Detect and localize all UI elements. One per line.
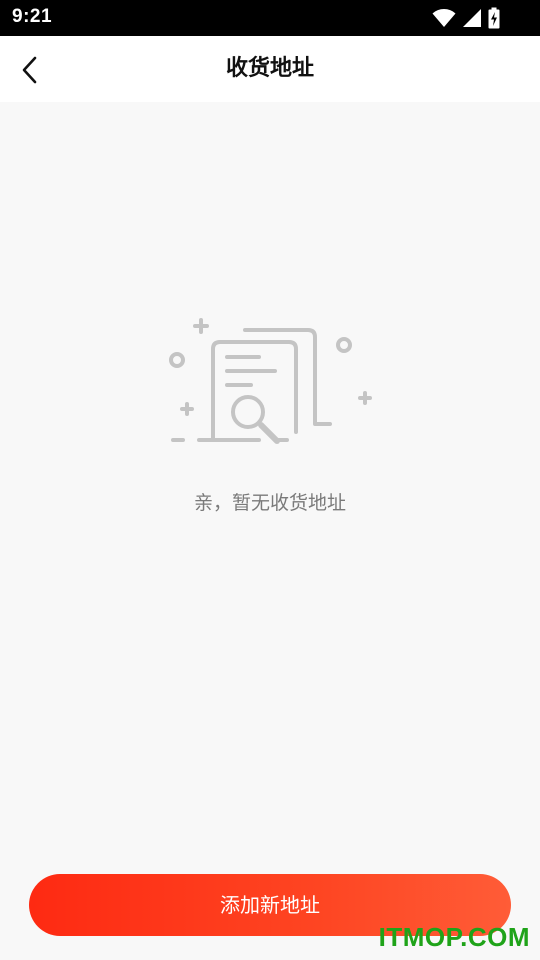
cell-signal-icon (463, 9, 481, 27)
empty-message: 亲，暂无收货地址 (193, 492, 346, 514)
empty-documents-search-icon (165, 312, 377, 454)
nav-bar: 收货地址 (0, 36, 540, 102)
page-title: 收货地址 (225, 56, 314, 81)
status-bar: 9:21 (0, 0, 540, 36)
status-icons (432, 6, 500, 30)
wifi-icon (432, 9, 456, 27)
chevron-left-icon (22, 56, 37, 84)
battery-charging-icon (488, 7, 500, 29)
watermark: ITMOP.COM (378, 922, 530, 952)
status-time: 9:21 (12, 6, 53, 27)
back-button[interactable] (10, 50, 50, 90)
